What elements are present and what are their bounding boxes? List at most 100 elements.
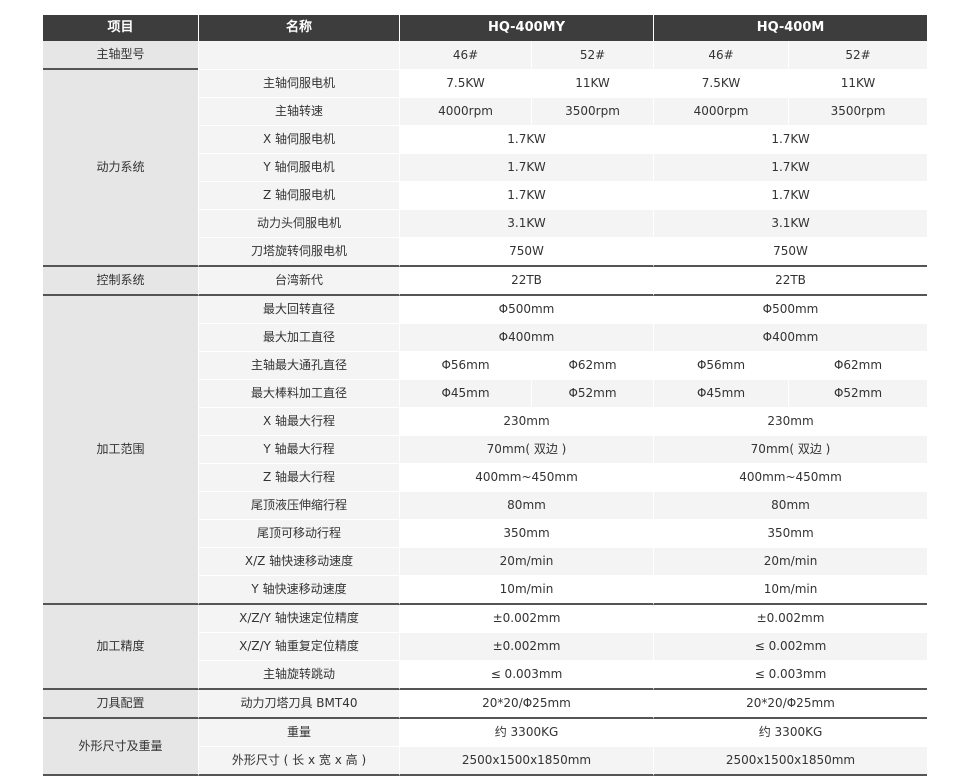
spec-value: 230mm bbox=[653, 408, 928, 436]
spec-value: 750W bbox=[653, 238, 928, 267]
spec-name: X 轴伺服电机 bbox=[198, 126, 399, 154]
category-cell: 外形尺寸及重量 bbox=[43, 719, 198, 776]
spec-table-body: 项目 名称 HQ-400MY HQ-400M 主轴型号 46# 52# 46# … bbox=[43, 15, 928, 776]
spec-value: 7.5KW bbox=[653, 70, 788, 98]
category-cell: 刀具配置 bbox=[43, 690, 198, 719]
spec-name: 最大加工直径 bbox=[198, 324, 399, 352]
spec-value: 3.1KW bbox=[399, 210, 653, 238]
spec-name: 主轴伺服电机 bbox=[198, 70, 399, 98]
spindle-model-name-cell bbox=[198, 41, 399, 70]
spec-name: 主轴最大通孔直径 bbox=[198, 352, 399, 380]
spec-value: Φ500mm bbox=[399, 296, 653, 324]
spindle-model-row: 主轴型号 46# 52# 46# 52# bbox=[43, 41, 928, 70]
spec-value: ±0.002mm bbox=[399, 633, 653, 661]
spec-value: 10m/min bbox=[399, 576, 653, 605]
spec-value: 70mm( 双边 ) bbox=[399, 436, 653, 464]
spec-value: 约 3300KG bbox=[653, 719, 928, 747]
spec-value: Φ62mm bbox=[788, 352, 928, 380]
spec-value: ±0.002mm bbox=[399, 605, 653, 633]
spec-value: 约 3300KG bbox=[399, 719, 653, 747]
spec-value: 4000rpm bbox=[399, 98, 531, 126]
spec-name: 最大回转直径 bbox=[198, 296, 399, 324]
spec-value: Φ45mm bbox=[399, 380, 531, 408]
spindle-model-value: 52# bbox=[531, 41, 653, 70]
spec-table: 项目 名称 HQ-400MY HQ-400M 主轴型号 46# 52# 46# … bbox=[43, 15, 928, 776]
header-name: 名称 bbox=[198, 15, 399, 41]
spec-name: Y 轴快速移动速度 bbox=[198, 576, 399, 605]
spec-value: 20m/min bbox=[653, 548, 928, 576]
spindle-model-label: 主轴型号 bbox=[43, 41, 198, 70]
spec-name: X/Z 轴快速移动速度 bbox=[198, 548, 399, 576]
spec-value: 3500rpm bbox=[788, 98, 928, 126]
spec-value: 22TB bbox=[399, 267, 653, 296]
spec-row: 控制系统 台湾新代 22TB 22TB bbox=[43, 267, 928, 296]
spec-value: 1.7KW bbox=[653, 182, 928, 210]
spec-value: Φ62mm bbox=[531, 352, 653, 380]
spec-value: 20*20/Φ25mm bbox=[399, 690, 653, 719]
spec-name: 主轴旋转跳动 bbox=[198, 661, 399, 690]
spec-name: 刀塔旋转伺服电机 bbox=[198, 238, 399, 267]
spec-name: Z 轴伺服电机 bbox=[198, 182, 399, 210]
spec-value: 750W bbox=[399, 238, 653, 267]
category-cell: 控制系统 bbox=[43, 267, 198, 296]
spindle-model-value: 46# bbox=[653, 41, 788, 70]
spec-value: 4000rpm bbox=[653, 98, 788, 126]
spec-value: 1.7KW bbox=[653, 126, 928, 154]
spec-name: X/Z/Y 轴快速定位精度 bbox=[198, 605, 399, 633]
spec-value: 400mm~450mm bbox=[653, 464, 928, 492]
spec-name: 台湾新代 bbox=[198, 267, 399, 296]
spec-value: ≤ 0.003mm bbox=[653, 661, 928, 690]
spec-name: 动力刀塔刀具 BMT40 bbox=[198, 690, 399, 719]
spec-name: 重量 bbox=[198, 719, 399, 747]
spec-value: ≤ 0.003mm bbox=[399, 661, 653, 690]
spec-value: 80mm bbox=[653, 492, 928, 520]
header-model-hq-400my: HQ-400MY bbox=[399, 15, 653, 41]
spec-value: 230mm bbox=[399, 408, 653, 436]
spec-value: 3.1KW bbox=[653, 210, 928, 238]
spec-name: 外形尺寸 ( 长 x 宽 x 高 ) bbox=[198, 747, 399, 776]
spindle-model-value: 52# bbox=[788, 41, 928, 70]
spec-value: 20m/min bbox=[399, 548, 653, 576]
spec-value: ±0.002mm bbox=[653, 605, 928, 633]
spec-name: X/Z/Y 轴重复定位精度 bbox=[198, 633, 399, 661]
spec-value: 7.5KW bbox=[399, 70, 531, 98]
spindle-model-value: 46# bbox=[399, 41, 531, 70]
spec-value: 70mm( 双边 ) bbox=[653, 436, 928, 464]
spec-value: 80mm bbox=[399, 492, 653, 520]
spec-row: 加工范围 最大回转直径 Φ500mm Φ500mm bbox=[43, 296, 928, 605]
spec-value: 1.7KW bbox=[399, 182, 653, 210]
header-item: 项目 bbox=[43, 15, 198, 41]
spec-name: 主轴转速 bbox=[198, 98, 399, 126]
spec-value: 22TB bbox=[653, 267, 928, 296]
spec-name: 尾顶液压伸缩行程 bbox=[198, 492, 399, 520]
spec-value: 3500rpm bbox=[531, 98, 653, 126]
spec-row: 加工精度 X/Z/Y 轴快速定位精度 ±0.002mm ±0.002mm bbox=[43, 605, 928, 690]
spec-row: 动力系统 主轴伺服电机 7.5KW 11KW 7.5KW 11KW bbox=[43, 70, 928, 267]
spec-value: Φ500mm bbox=[653, 296, 928, 324]
spec-name: X 轴最大行程 bbox=[198, 408, 399, 436]
header-row: 项目 名称 HQ-400MY HQ-400M bbox=[43, 15, 928, 41]
category-cell: 动力系统 bbox=[43, 70, 198, 267]
spec-name: 动力头伺服电机 bbox=[198, 210, 399, 238]
spec-row: 外形尺寸及重量 重量约 3300KG 约 3300KG bbox=[43, 719, 928, 776]
spec-value: Φ56mm bbox=[399, 352, 531, 380]
spec-name: 最大棒料加工直径 bbox=[198, 380, 399, 408]
spec-name: Y 轴最大行程 bbox=[198, 436, 399, 464]
spec-value: 400mm~450mm bbox=[399, 464, 653, 492]
spec-name: 尾顶可移动行程 bbox=[198, 520, 399, 548]
spec-name: Z 轴最大行程 bbox=[198, 464, 399, 492]
spec-value: 11KW bbox=[788, 70, 928, 98]
spec-value: ≤ 0.002mm bbox=[653, 633, 928, 661]
spec-name: Y 轴伺服电机 bbox=[198, 154, 399, 182]
spec-value: 2500x1500x1850mm bbox=[399, 747, 653, 776]
spec-value: 11KW bbox=[531, 70, 653, 98]
spec-value: Φ400mm bbox=[653, 324, 928, 352]
category-cell: 加工范围 bbox=[43, 296, 198, 605]
spec-value: Φ52mm bbox=[531, 380, 653, 408]
spec-value: 20*20/Φ25mm bbox=[653, 690, 928, 719]
spec-value: Φ52mm bbox=[788, 380, 928, 408]
spec-value: 1.7KW bbox=[399, 154, 653, 182]
spec-value: 2500x1500x1850mm bbox=[653, 747, 928, 776]
spec-value: 1.7KW bbox=[653, 154, 928, 182]
spec-value: 10m/min bbox=[653, 576, 928, 605]
